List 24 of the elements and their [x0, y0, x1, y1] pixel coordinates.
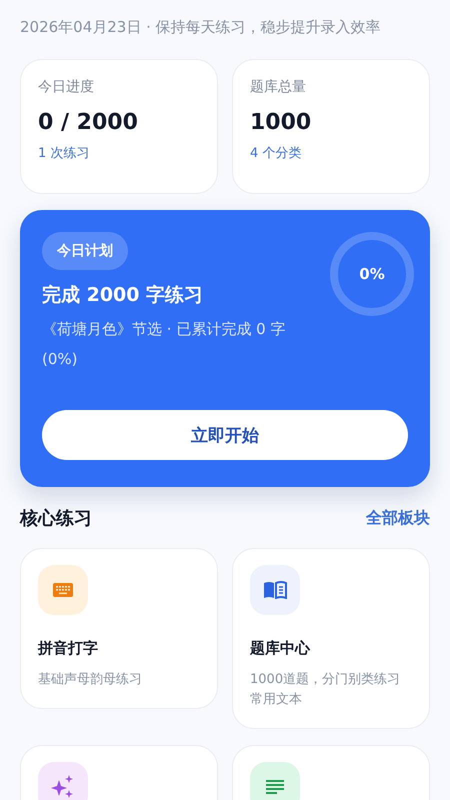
section-title: 核心练习: [20, 507, 92, 530]
stat-note: 4 个分类: [250, 145, 302, 162]
feature-title: 题库中心: [250, 639, 312, 658]
stat-label: 题库总量: [250, 78, 307, 96]
sparkle-icon: [51, 775, 75, 799]
feature-title: 拼音打字: [38, 639, 99, 658]
feature-card[interactable]: 题库中心 1000道题，分门别类练习常用文本: [232, 548, 430, 729]
progress-percent: 0%: [359, 265, 385, 283]
date-subtitle: 2026年04月23日 · 保持每天练习，稳步提升录入效率: [20, 17, 382, 38]
stat-note: 1 次练习: [38, 145, 90, 162]
plan-title: 完成 2000 字练习: [42, 283, 204, 308]
plan-badge: 今日计划: [42, 232, 128, 270]
text-lines-icon: [266, 780, 284, 794]
start-button[interactable]: 立即开始: [42, 410, 408, 460]
stat-value: 1000: [250, 110, 312, 135]
stat-value: 0 / 2000: [38, 110, 139, 135]
stat-label: 今日进度: [38, 78, 95, 96]
all-sections-link[interactable]: 全部板块: [366, 508, 430, 528]
feature-description: 1000道题，分门别类练习常用文本: [250, 671, 402, 709]
keyboard-icon: [53, 583, 73, 597]
feature-card[interactable]: 拼音打字 基础声母韵母练习: [20, 548, 218, 709]
book-icon: [263, 581, 287, 599]
plan-description: 《荷塘月色》节选 · 已累计完成 0 字 (0%): [42, 319, 286, 370]
feature-description: 基础声母韵母练习: [38, 671, 143, 689]
